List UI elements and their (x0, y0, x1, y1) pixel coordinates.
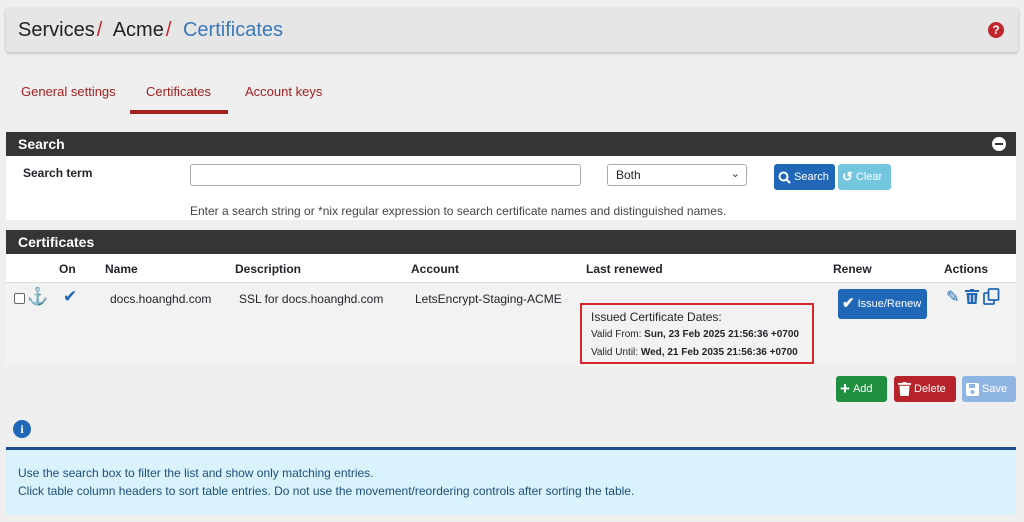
search-panel-heading[interactable]: Search (6, 132, 1016, 156)
valid-from-label: Valid From: (591, 329, 642, 340)
column-header-actions[interactable]: Actions (944, 262, 988, 276)
save-button[interactable]: Save (962, 376, 1016, 402)
cell-description: SSL for docs.hoanghd.com (239, 292, 384, 306)
cell-name: docs.hoanghd.com (110, 292, 212, 306)
tab-certificates[interactable]: Certificates (146, 84, 211, 99)
active-tab-indicator (130, 110, 228, 114)
breadcrumb-separator: / (165, 19, 172, 41)
valid-until-value: Wed, 21 Feb 2035 21:56:36 +0700 (640, 347, 798, 358)
column-header-account[interactable]: Account (411, 262, 459, 276)
clear-button-label: Clear (855, 171, 883, 183)
check-icon[interactable]: ✔ (63, 287, 77, 307)
valid-from-value: Sun, 23 Feb 2025 21:56:36 +0700 (644, 329, 799, 340)
column-header-name[interactable]: Name (105, 262, 138, 276)
add-button[interactable]: + Add (836, 376, 887, 402)
column-header-description[interactable]: Description (235, 262, 301, 276)
search-button-label: Search (794, 171, 829, 183)
breadcrumb: Services / Acme / Certificates (18, 19, 283, 42)
valid-from-line: Valid From: Sun, 23 Feb 2025 21:56:36 +0… (591, 329, 799, 340)
chevron-down-icon: ⌄ (730, 168, 740, 180)
breadcrumb-bar: Services / Acme / Certificates ? (6, 8, 1018, 52)
breadcrumb-certificates[interactable]: Certificates (183, 19, 283, 41)
row-checkbox[interactable] (14, 293, 25, 304)
search-help-text: Enter a search string or *nix regular ex… (190, 204, 727, 218)
breadcrumb-services[interactable]: Services (18, 19, 95, 41)
valid-until-label: Valid Until: (591, 347, 639, 358)
column-header-renew[interactable]: Renew (833, 262, 872, 276)
info-icon[interactable]: i (13, 420, 31, 438)
tab-account-keys[interactable]: Account keys (245, 84, 322, 99)
anchor-icon[interactable]: ⚓ (27, 287, 48, 307)
tab-general-settings[interactable]: General settings (21, 84, 116, 99)
clear-button[interactable]: ↺ Clear (838, 164, 891, 190)
breadcrumb-acme[interactable]: Acme (113, 19, 164, 41)
column-header-on[interactable]: On (59, 262, 76, 276)
add-button-label: Add (852, 383, 873, 395)
search-panel: Search Search term Both ⌄ Search ↺ Clear … (6, 132, 1016, 220)
search-button[interactable]: Search (774, 164, 835, 190)
info-line-2: Click table column headers to sort table… (18, 484, 635, 498)
clear-icon: ↺ (842, 169, 853, 184)
search-term-label: Search term (23, 166, 93, 180)
search-scope-select[interactable]: Both ⌄ (607, 164, 747, 186)
plus-icon: + (840, 379, 850, 398)
search-scope-value: Both (616, 168, 641, 182)
check-icon: ✔ (842, 295, 855, 312)
column-header-last-renewed[interactable]: Last renewed (586, 262, 663, 276)
certificates-panel-title: Certificates (18, 234, 95, 250)
breadcrumb-separator: / (96, 19, 103, 41)
trash-icon (898, 376, 911, 405)
cell-account: LetsEncrypt-Staging-ACME (415, 292, 562, 306)
issue-renew-label: Issue/Renew (857, 298, 922, 310)
certificates-panel: Certificates On Name Description Account… (6, 230, 1016, 366)
valid-until-line: Valid Until: Wed, 21 Feb 2035 21:56:36 +… (591, 347, 798, 358)
issue-renew-button[interactable]: ✔ Issue/Renew (838, 289, 927, 319)
search-input[interactable] (190, 164, 581, 186)
certificates-panel-heading: Certificates (6, 230, 1016, 254)
save-button-label: Save (982, 383, 1008, 395)
save-icon (966, 376, 979, 405)
collapse-icon[interactable] (992, 137, 1006, 151)
info-box: Use the search box to filter the list an… (6, 447, 1016, 515)
copy-icon[interactable] (983, 288, 1000, 305)
delete-button[interactable]: Delete (894, 376, 956, 402)
trash-icon[interactable] (965, 289, 979, 304)
search-icon (778, 164, 791, 193)
issued-dates-title: Issued Certificate Dates: (591, 310, 722, 324)
search-panel-title: Search (18, 136, 65, 152)
help-icon[interactable]: ? (988, 22, 1004, 38)
last-renewed-box: Issued Certificate Dates: Valid From: Su… (580, 303, 814, 364)
info-line-1: Use the search box to filter the list an… (18, 466, 374, 480)
delete-button-label: Delete (914, 383, 946, 395)
edit-icon[interactable]: ✎ (946, 287, 959, 307)
